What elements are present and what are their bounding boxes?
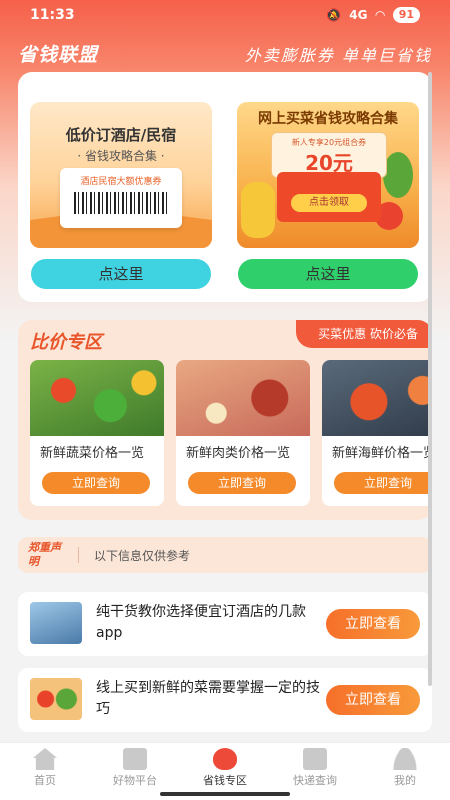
tab-home[interactable]: 首页 <box>0 743 90 793</box>
user-icon <box>393 748 417 770</box>
vegetables-image <box>30 360 164 436</box>
product-name: 新鲜肉类价格一览 <box>186 446 291 461</box>
hotel-thumbnail <box>30 602 82 644</box>
promo-card: 低价订酒店/民宿 · 省钱攻略合集 · 酒店民宿大额优惠券 网上买菜省钱攻略合集… <box>18 72 432 302</box>
piggy-bank-icon <box>213 748 237 770</box>
tab-profile[interactable]: 我的 <box>360 743 450 793</box>
disclaimer-bar: 郑重声明 以下信息仅供参考 <box>18 537 432 573</box>
compare-title: 比价专区 <box>30 332 102 353</box>
status-icons: 🔕 4G ◠ 91 <box>326 7 420 23</box>
tab-label: 首页 <box>34 774 56 787</box>
parcel-icon <box>303 748 327 770</box>
shop-icon <box>123 748 147 770</box>
seafood-image <box>322 360 432 436</box>
hotel-cta-button[interactable]: 点这里 <box>31 259 211 289</box>
query-button[interactable]: 立即查询 <box>188 472 296 494</box>
tab-label: 省钱专区 <box>203 774 247 787</box>
tab-label: 我的 <box>394 774 416 787</box>
disclaimer-badge: 郑重声明 <box>28 541 61 568</box>
price-compare-section: 比价专区 买菜优惠 砍价必备 新鲜蔬菜价格一览 立即查询 新鲜肉类价格一览 立即… <box>18 320 432 520</box>
hotel-coupon: 酒店民宿大额优惠券 <box>60 168 182 228</box>
mute-icon: 🔕 <box>326 8 342 22</box>
grocery-banner-title: 网上买菜省钱攻略合集 <box>258 111 398 127</box>
home-icon <box>33 748 57 770</box>
tab-label: 快递查询 <box>293 774 337 787</box>
wifi-icon: ◠ <box>375 8 385 22</box>
groceries-thumbnail <box>30 678 82 720</box>
view-button[interactable]: 立即查看 <box>326 685 420 715</box>
compare-tag: 买菜优惠 砍价必备 <box>296 320 432 348</box>
product-name: 新鲜蔬菜价格一览 <box>40 446 145 461</box>
product-card-meat[interactable]: 新鲜肉类价格一览 立即查询 <box>176 360 310 506</box>
article-item[interactable]: 线上买到新鲜的菜需要掌握一定的技巧 立即查看 <box>18 668 432 732</box>
article-title: 纯干货教你选择便宜订酒店的几款app <box>96 604 306 641</box>
scrollbar[interactable] <box>428 72 432 686</box>
header-slogan: 外卖膨胀券 单单巨省钱 <box>244 46 432 65</box>
tab-label: 好物平台 <box>113 774 157 787</box>
broccoli-icon <box>383 152 413 198</box>
disclaimer-text: 以下信息仅供参考 <box>94 549 191 563</box>
grocery-banner[interactable]: 网上买菜省钱攻略合集 新人专享20元组合券 20元 点击领取 <box>237 102 419 248</box>
home-indicator[interactable] <box>160 792 290 796</box>
claim-button[interactable]: 点击领取 <box>291 194 367 212</box>
hotel-banner-subtitle: · 省钱攻略合集 · <box>77 149 165 163</box>
tab-parcel[interactable]: 快递查询 <box>270 743 360 793</box>
product-card-vegetables[interactable]: 新鲜蔬菜价格一览 立即查询 <box>30 360 164 506</box>
status-time: 11:33 <box>30 7 75 23</box>
tab-savings[interactable]: 省钱专区 <box>180 743 270 793</box>
query-button[interactable]: 立即查询 <box>334 472 432 494</box>
hotel-banner-title: 低价订酒店/民宿 <box>65 126 177 144</box>
corn-icon <box>241 182 275 238</box>
article-item[interactable]: 纯干货教你选择便宜订酒店的几款app 立即查看 <box>18 592 432 656</box>
article-title: 线上买到新鲜的菜需要掌握一定的技巧 <box>96 680 320 717</box>
view-button[interactable]: 立即查看 <box>326 609 420 639</box>
meat-image <box>176 360 310 436</box>
grocery-cta-button[interactable]: 点这里 <box>238 259 418 289</box>
network-icon: 4G <box>349 8 368 22</box>
product-name: 新鲜海鲜价格一览 <box>332 446 432 461</box>
product-card-seafood[interactable]: 新鲜海鲜价格一览 立即查询 <box>322 360 432 506</box>
query-button[interactable]: 立即查询 <box>42 472 150 494</box>
app-title: 省钱联盟 <box>18 44 99 66</box>
tab-shop[interactable]: 好物平台 <box>90 743 180 793</box>
divider <box>78 547 79 563</box>
hotel-coupon-text: 酒店民宿大额优惠券 <box>80 177 162 187</box>
product-carousel[interactable]: 新鲜蔬菜价格一览 立即查询 新鲜肉类价格一览 立即查询 新鲜海鲜价格一览 立即查… <box>30 360 432 506</box>
battery-icon: 91 <box>392 7 420 23</box>
title-row: 省钱联盟 外卖膨胀券 单单巨省钱 <box>18 38 432 68</box>
hotel-banner[interactable]: 低价订酒店/民宿 · 省钱攻略合集 · 酒店民宿大额优惠券 <box>30 102 212 248</box>
barcode-icon <box>74 192 168 214</box>
status-bar: 11:33 🔕 4G ◠ 91 <box>0 0 450 32</box>
